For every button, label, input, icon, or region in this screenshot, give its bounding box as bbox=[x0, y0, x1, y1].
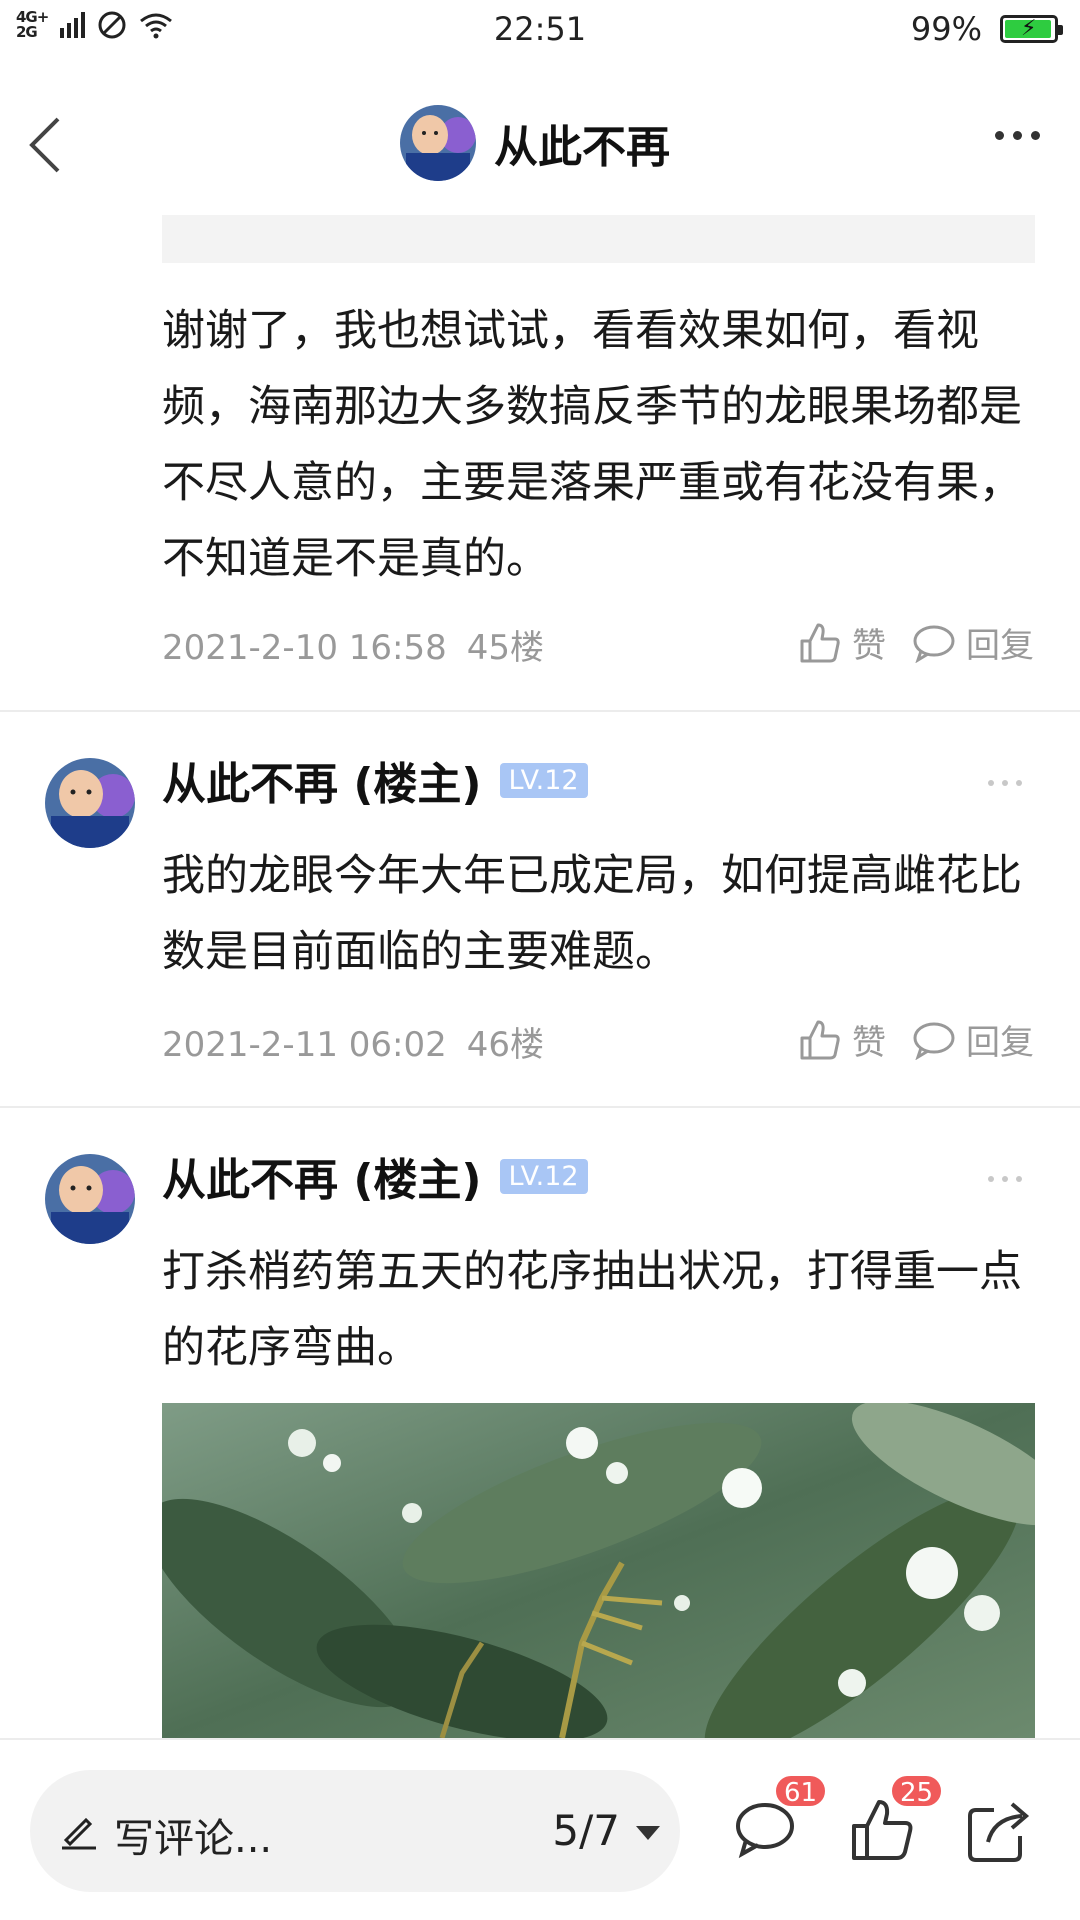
thumbs-up-icon bbox=[800, 1020, 840, 1059]
reply-button[interactable]: 回复 bbox=[912, 1015, 1034, 1064]
quoted-reply-box bbox=[162, 215, 1035, 263]
share-icon bbox=[968, 1802, 1030, 1862]
post-text: 谢谢了，我也想试试，看看效果如何，看视频，海南那边大多数搞反季节的龙眼果场都是不… bbox=[162, 306, 1022, 584]
pencil-icon bbox=[62, 1817, 96, 1850]
avatar[interactable] bbox=[45, 1154, 135, 1244]
reply-button[interactable]: 回复 bbox=[912, 618, 1034, 667]
battery-icon: ⚡ bbox=[1000, 15, 1063, 43]
post-more-button[interactable] bbox=[988, 780, 1022, 786]
post-floor: 45楼 bbox=[466, 628, 545, 668]
post-meta: 2021-2-10 16:58 45楼 bbox=[162, 620, 544, 669]
post-date: 2021-2-10 16:58 bbox=[162, 628, 447, 668]
like-count-badge: 25 bbox=[890, 1774, 944, 1808]
post-text: 打杀梢药第五天的花序抽出状况，打得重一点的花序弯曲。 bbox=[162, 1247, 1022, 1373]
thumbs-up-icon bbox=[800, 623, 840, 662]
page-title: 从此不再 bbox=[494, 122, 670, 173]
avatar[interactable] bbox=[45, 758, 135, 848]
author-row: 从此不再 (楼主) LV.12 bbox=[162, 748, 588, 812]
post-meta: 2021-2-11 06:02 46楼 bbox=[162, 1017, 544, 1066]
divider bbox=[0, 1106, 1080, 1108]
like-label: 赞 bbox=[852, 626, 886, 666]
divider bbox=[0, 710, 1080, 712]
level-badge: LV.12 bbox=[499, 762, 588, 798]
reply-label: 回复 bbox=[966, 1023, 1034, 1063]
author-row: 从此不再 (楼主) LV.12 bbox=[162, 1144, 588, 1208]
post-date: 2021-2-11 06:02 bbox=[162, 1025, 447, 1065]
like-button[interactable]: 赞 bbox=[798, 1015, 886, 1064]
post-more-button[interactable] bbox=[988, 1176, 1022, 1182]
chevron-left-icon bbox=[29, 117, 60, 173]
like-label: 赞 bbox=[852, 1023, 886, 1063]
post-text: 我的龙眼今年大年已成定局，如何提高雌花比数是目前面临的主要难题。 bbox=[162, 851, 1022, 977]
comment-count-badge: 61 bbox=[774, 1774, 828, 1808]
share-button[interactable] bbox=[964, 1796, 1034, 1866]
comment-input[interactable]: 写评论... 5/7 bbox=[30, 1770, 680, 1892]
author-name[interactable]: 从此不再 (楼主) bbox=[162, 1144, 482, 1208]
header-user[interactable]: 从此不再 bbox=[400, 105, 670, 181]
back-button[interactable] bbox=[22, 113, 82, 177]
battery-percent: 99% bbox=[910, 10, 982, 48]
comment-placeholder: 写评论... bbox=[114, 1816, 273, 1862]
like-button[interactable]: 赞 bbox=[798, 618, 886, 667]
post-actions: 赞 回复 bbox=[798, 1015, 1034, 1064]
avatar[interactable] bbox=[400, 105, 476, 181]
comment-icon bbox=[913, 625, 955, 663]
status-right: 99% ⚡ bbox=[910, 10, 1063, 48]
author-name[interactable]: 从此不再 (楼主) bbox=[162, 748, 482, 812]
more-options-button[interactable] bbox=[995, 131, 1040, 140]
bottom-bar: 写评论... 5/7 61 25 bbox=[0, 1738, 1080, 1920]
page-indicator[interactable]: 5/7 bbox=[552, 1806, 620, 1855]
header: 从此不再 bbox=[0, 95, 1080, 195]
post-photo[interactable] bbox=[162, 1403, 1035, 1738]
like-post-button[interactable]: 25 bbox=[848, 1774, 944, 1866]
post-actions: 赞 回复 bbox=[798, 618, 1034, 667]
post-floor: 46楼 bbox=[466, 1025, 545, 1065]
reply-label: 回复 bbox=[966, 626, 1034, 666]
level-badge: LV.12 bbox=[499, 1158, 588, 1194]
comments-button[interactable]: 61 bbox=[732, 1774, 828, 1866]
status-bar: 4G+ 2G 22:51 99% ⚡ bbox=[0, 0, 1080, 60]
comment-icon bbox=[913, 1022, 955, 1060]
caret-down-icon[interactable] bbox=[636, 1826, 660, 1840]
